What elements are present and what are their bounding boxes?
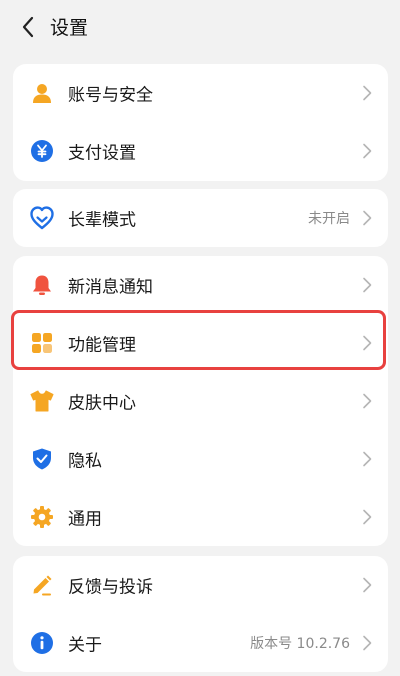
settings-item-label: 反馈与投诉 — [68, 577, 153, 598]
chevron-right-icon — [360, 508, 374, 526]
chevron-left-icon — [22, 16, 34, 38]
settings-item-label: 功能管理 — [68, 335, 136, 356]
page-title: 设置 — [50, 17, 89, 39]
settings-item-feature-management[interactable]: 功能管理 — [13, 314, 388, 372]
shield-check-icon — [29, 446, 55, 472]
settings-item-label: 支付设置 — [68, 143, 136, 164]
chevron-right-icon — [360, 634, 374, 652]
settings-item-label: 皮肤中心 — [68, 393, 136, 414]
tshirt-icon — [29, 388, 55, 414]
bell-icon — [29, 272, 55, 298]
settings-item-account-security[interactable]: 账号与安全 — [13, 64, 388, 122]
gear-icon — [29, 504, 55, 530]
settings-item-notifications[interactable]: 新消息通知 — [13, 256, 388, 314]
pencil-icon — [29, 572, 55, 598]
chevron-right-icon — [360, 576, 374, 594]
elder-mode-status: 未开启 — [308, 211, 350, 227]
settings-item-label: 账号与安全 — [68, 85, 153, 106]
chevron-right-icon — [360, 142, 374, 160]
settings-item-skin-center[interactable]: 皮肤中心 — [13, 372, 388, 430]
settings-group-account: 账号与安全 支付设置 — [13, 64, 388, 181]
back-button[interactable] — [14, 12, 42, 42]
settings-item-elder-mode[interactable]: 长辈模式 未开启 — [13, 189, 388, 247]
settings-item-label: 隐私 — [68, 451, 102, 472]
settings-item-label: 通用 — [68, 509, 102, 530]
info-icon — [29, 630, 55, 656]
settings-item-label: 新消息通知 — [68, 277, 153, 298]
chevron-right-icon — [360, 450, 374, 468]
version-number: 版本号 10.2.76 — [250, 636, 350, 652]
settings-item-label: 关于 — [68, 635, 102, 656]
settings-item-privacy[interactable]: 隐私 — [13, 430, 388, 488]
settings-group-support: 反馈与投诉 关于 版本号 10.2.76 — [13, 556, 388, 672]
settings-item-about[interactable]: 关于 版本号 10.2.76 — [13, 614, 388, 672]
person-icon — [29, 80, 55, 106]
chevron-right-icon — [360, 334, 374, 352]
settings-group-elder: 长辈模式 未开启 — [13, 189, 388, 247]
chevron-right-icon — [360, 276, 374, 294]
settings-item-payment[interactable]: 支付设置 — [13, 122, 388, 180]
chevron-right-icon — [360, 209, 374, 227]
chevron-right-icon — [360, 392, 374, 410]
yuan-coin-icon — [29, 138, 55, 164]
settings-item-general[interactable]: 通用 — [13, 488, 388, 546]
settings-item-label: 长辈模式 — [68, 210, 136, 231]
grid-icon — [29, 330, 55, 356]
settings-group-general: 新消息通知 功能管理 皮肤中心 隐私 通用 — [13, 256, 388, 546]
chevron-right-icon — [360, 84, 374, 102]
header-bar: 设置 — [0, 0, 400, 56]
settings-item-feedback[interactable]: 反馈与投诉 — [13, 556, 388, 614]
heart-shield-icon — [29, 205, 55, 231]
